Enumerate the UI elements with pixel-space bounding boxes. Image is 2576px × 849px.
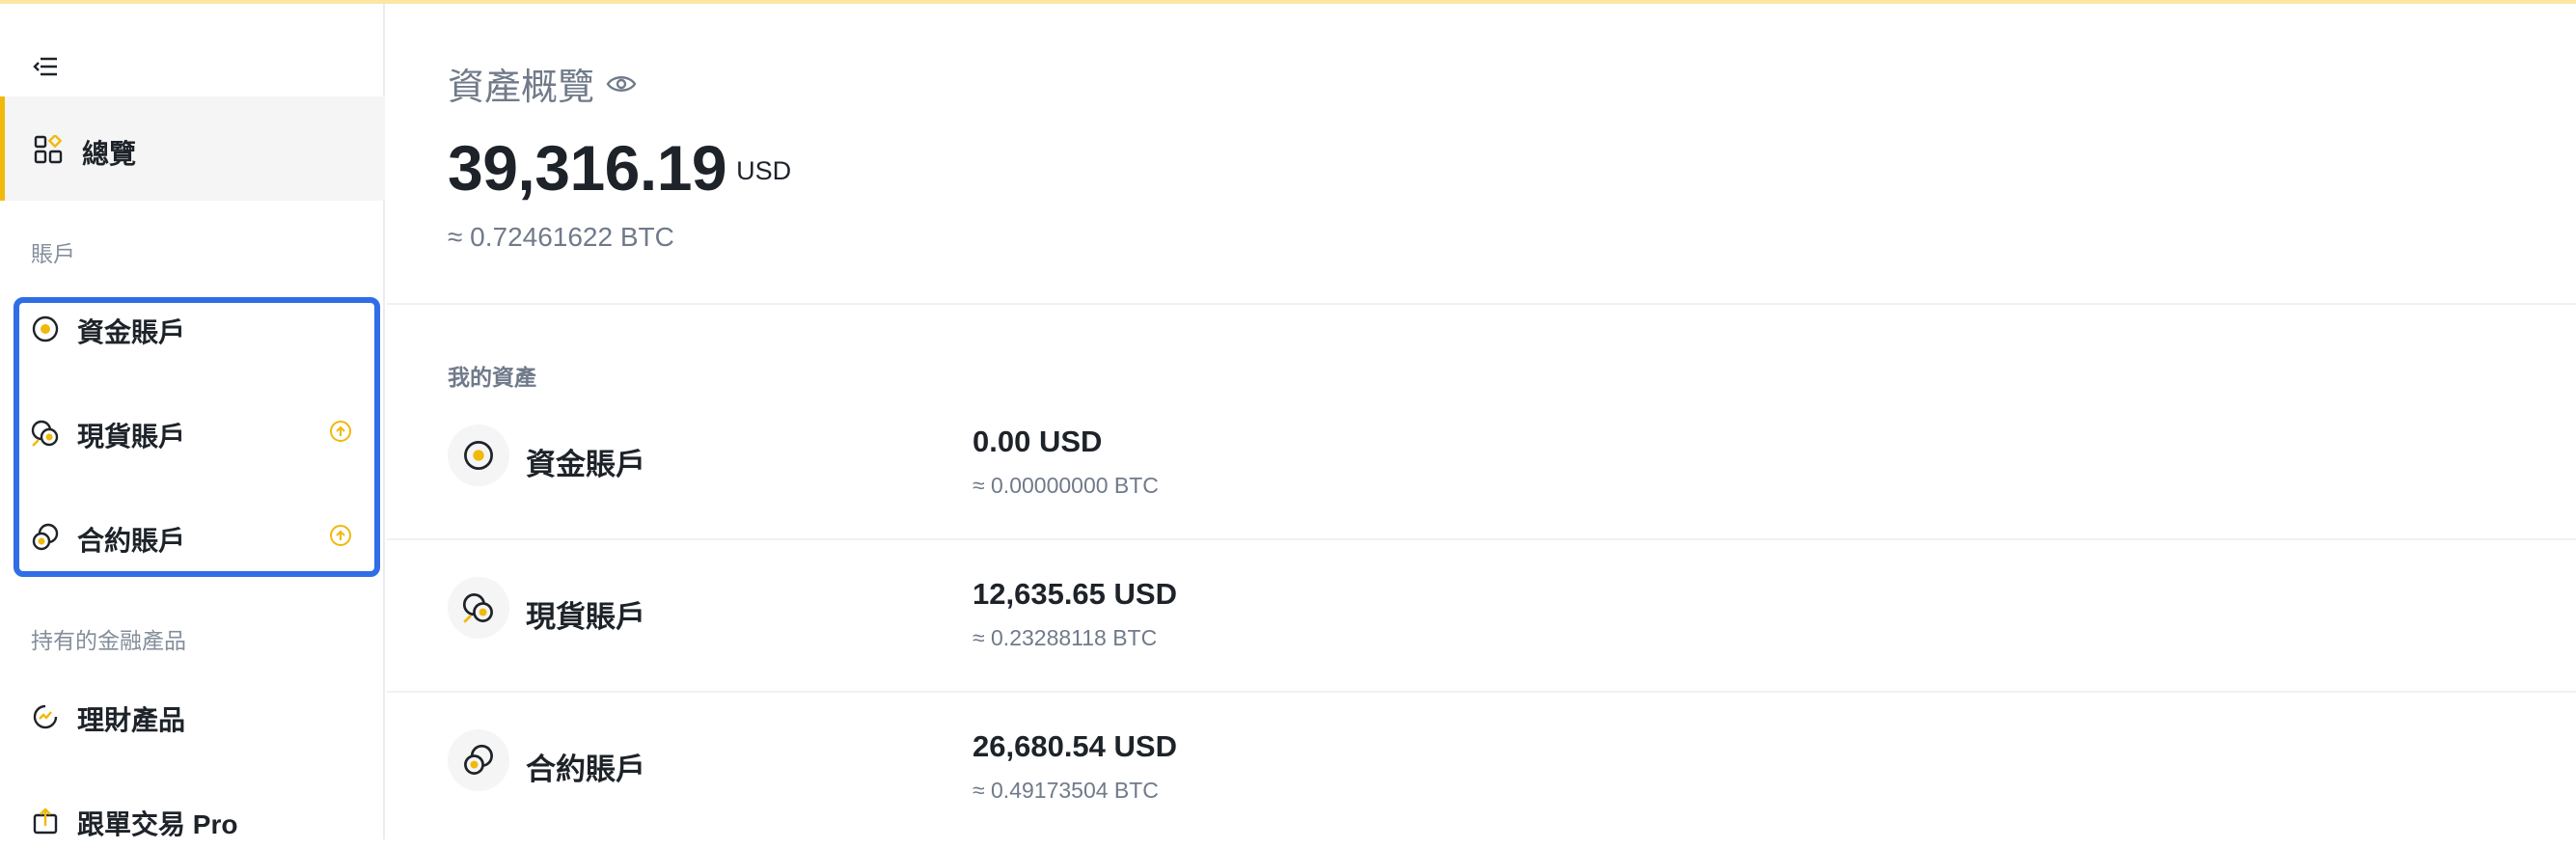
sidebar-item-label: 現貨賬戶 xyxy=(77,422,186,452)
asset-usd-value: 26,680.54 USD xyxy=(973,729,1177,763)
upgrade-icon[interactable] xyxy=(329,420,352,448)
futures-icon xyxy=(448,729,509,791)
spot-icon xyxy=(448,577,509,639)
sidebar: 總覽 賬戶 資金賬戶 現貨賬戶 合約賬戶 持有的金融產品 理財產品 跟單交易 P… xyxy=(0,4,385,839)
spot-icon xyxy=(31,419,60,452)
funding-icon xyxy=(448,424,509,486)
divider xyxy=(387,691,2576,693)
total-balance-btc: ≈ 0.72461622 BTC xyxy=(448,222,674,252)
sidebar-item-label: 資金賬戶 xyxy=(77,317,186,347)
asset-row-funding[interactable]: 資金賬戶 0.00 USD ≈ 0.00000000 BTC xyxy=(387,390,2576,542)
asset-name: 現貨賬戶 xyxy=(526,600,645,634)
collapse-menu-icon xyxy=(33,57,57,76)
divider xyxy=(387,538,2576,540)
futures-icon xyxy=(31,523,60,557)
sidebar-item-earn[interactable]: 理財產品 xyxy=(0,687,385,745)
products-section-title: 持有的金融產品 xyxy=(31,628,186,653)
total-balance-unit: USD xyxy=(736,156,792,185)
asset-row-spot[interactable]: 現貨賬戶 12,635.65 USD ≈ 0.23288118 BTC xyxy=(387,542,2576,695)
sidebar-item-label: 合約賬戶 xyxy=(77,526,186,556)
overview-title-text: 資產概覽 xyxy=(448,68,595,108)
divider xyxy=(387,303,2576,305)
asset-name: 資金賬戶 xyxy=(526,448,645,481)
dashboard-icon xyxy=(34,133,63,169)
earn-icon xyxy=(31,702,60,736)
sidebar-item-label: 理財產品 xyxy=(77,705,186,735)
asset-row-futures[interactable]: 合約賬戶 26,680.54 USD ≈ 0.49173504 BTC xyxy=(387,695,2576,847)
my-assets-title: 我的資產 xyxy=(448,365,536,390)
funding-icon xyxy=(31,315,60,348)
asset-btc-value: ≈ 0.00000000 BTC xyxy=(973,473,1159,498)
asset-usd-value: 12,635.65 USD xyxy=(973,577,1177,611)
collapse-sidebar-button[interactable] xyxy=(29,50,62,83)
sidebar-item-copy-trading[interactable]: 跟單交易 Pro xyxy=(0,791,385,849)
eye-icon[interactable] xyxy=(606,72,637,96)
asset-name: 合約賬戶 xyxy=(526,753,645,786)
copy-trading-icon xyxy=(31,807,60,840)
asset-usd-value: 0.00 USD xyxy=(973,424,1103,458)
sidebar-item-funding[interactable]: 資金賬戶 xyxy=(0,299,385,357)
sidebar-item-overview[interactable]: 總覽 xyxy=(0,96,385,201)
sidebar-item-futures[interactable]: 合約賬戶 xyxy=(0,507,385,565)
sidebar-item-label: 跟單交易 Pro xyxy=(77,809,238,839)
overview-title: 資產概覽 xyxy=(448,57,637,110)
upgrade-icon[interactable] xyxy=(329,524,352,552)
accounts-section-title: 賬戶 xyxy=(31,241,75,266)
total-balance-amount: 39,316.19 xyxy=(448,132,727,204)
sidebar-item-spot[interactable]: 現貨賬戶 xyxy=(0,403,385,461)
sidebar-item-label: 總覽 xyxy=(82,139,137,169)
main-content: 資產概覽 39,316.19 USD ≈ 0.72461622 BTC 我的資產… xyxy=(387,4,2576,839)
asset-btc-value: ≈ 0.23288118 BTC xyxy=(973,625,1158,650)
asset-btc-value: ≈ 0.49173504 BTC xyxy=(973,778,1159,803)
total-balance: 39,316.19 USD xyxy=(448,131,791,205)
